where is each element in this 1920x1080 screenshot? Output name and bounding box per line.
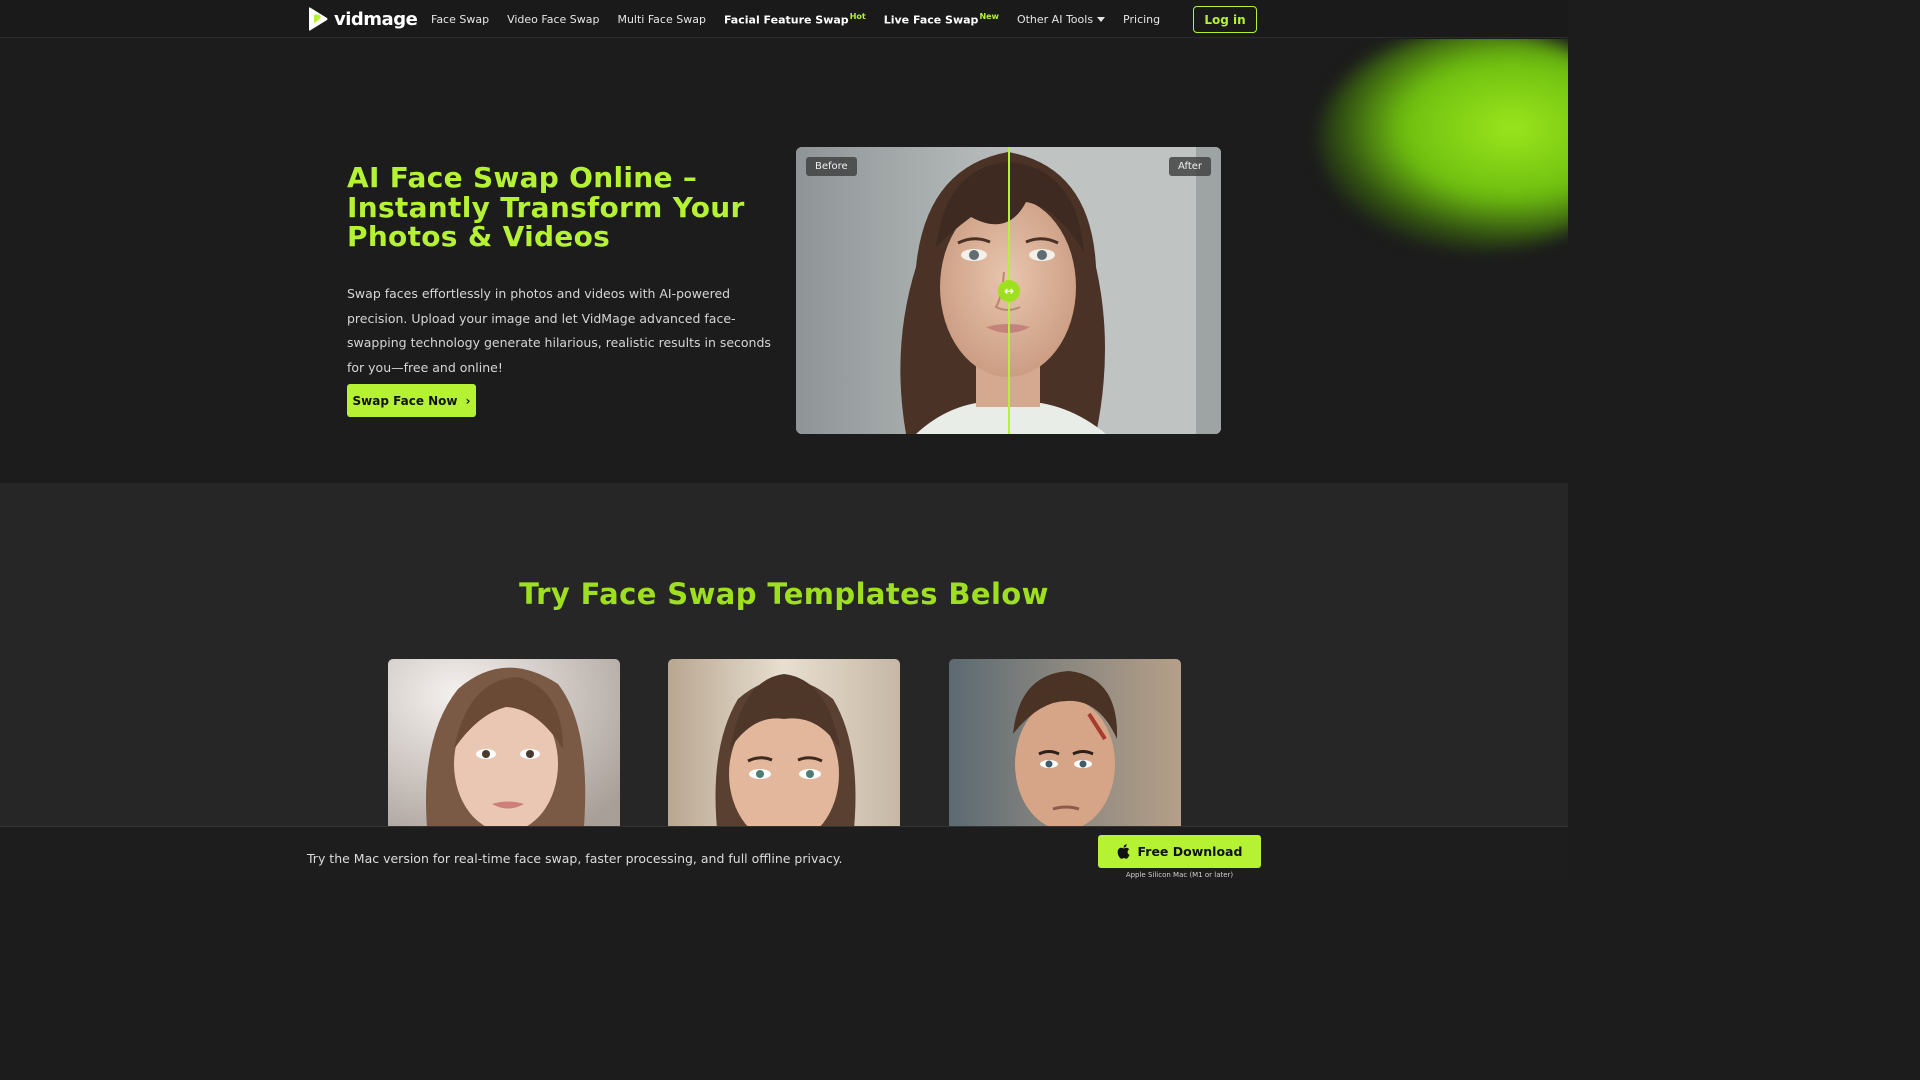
new-badge: New	[979, 11, 999, 21]
template-image-man	[949, 659, 1181, 839]
decorative-glow	[1320, 39, 1568, 249]
nav-links: Face Swap Video Face Swap Multi Face Swa…	[431, 0, 1160, 38]
download-label: Free Download	[1137, 844, 1243, 859]
template-image-woman-2	[668, 659, 900, 839]
free-download-button[interactable]: Free Download	[1098, 835, 1261, 868]
nav-item-video-face-swap[interactable]: Video Face Swap	[507, 13, 599, 26]
swap-face-now-button[interactable]: Swap Face Now ›	[347, 384, 476, 417]
nav-item-facial-feature-swap[interactable]: Facial Feature SwapHot	[724, 12, 866, 27]
chevron-right-icon: ›	[465, 393, 471, 408]
nav-item-pricing[interactable]: Pricing	[1123, 13, 1160, 26]
hot-badge: Hot	[849, 11, 866, 21]
after-label: After	[1168, 157, 1211, 176]
template-card-2[interactable]	[668, 659, 900, 839]
template-card-1[interactable]	[388, 659, 620, 839]
nav-item-face-swap[interactable]: Face Swap	[431, 13, 489, 26]
brand-logo[interactable]: vidmage	[306, 6, 418, 32]
hero-section: AI Face Swap Online – Instantly Transfor…	[0, 39, 1568, 483]
nav-item-live-face-swap[interactable]: Live Face SwapNew	[884, 12, 999, 27]
apple-icon	[1117, 844, 1130, 859]
nav-item-multi-face-swap[interactable]: Multi Face Swap	[617, 13, 705, 26]
top-navigation: vidmage Face Swap Video Face Swap Multi …	[0, 0, 1568, 38]
templates-title: Try Face Swap Templates Below	[519, 577, 1049, 611]
left-right-arrows-icon[interactable]: ↔	[998, 280, 1020, 302]
nav-item-other-ai-tools[interactable]: Other AI Tools	[1017, 13, 1106, 26]
login-button[interactable]: Log in	[1193, 6, 1257, 33]
template-image-woman-1	[388, 659, 620, 839]
caret-down-icon	[1097, 17, 1106, 22]
mac-promo-text: Try the Mac version for real-time face s…	[307, 851, 843, 866]
brand-name: vidmage	[334, 8, 418, 30]
hero-description: Swap faces effortlessly in photos and vi…	[347, 286, 771, 375]
download-requirement-note: Apple Silicon Mac (M1 or later)	[1125, 871, 1234, 879]
templates-section: Try Face Swap Templates Below	[0, 483, 1568, 882]
before-after-compare[interactable]: Before After ↔	[796, 147, 1221, 434]
hero-title: AI Face Swap Online – Instantly Transfor…	[347, 161, 745, 253]
mac-download-bar: Try the Mac version for real-time face s…	[0, 826, 1568, 882]
play-face-logo-icon	[309, 7, 328, 31]
before-label: Before	[806, 157, 857, 176]
cta-label: Swap Face Now	[352, 393, 458, 408]
template-card-3[interactable]	[949, 659, 1181, 839]
